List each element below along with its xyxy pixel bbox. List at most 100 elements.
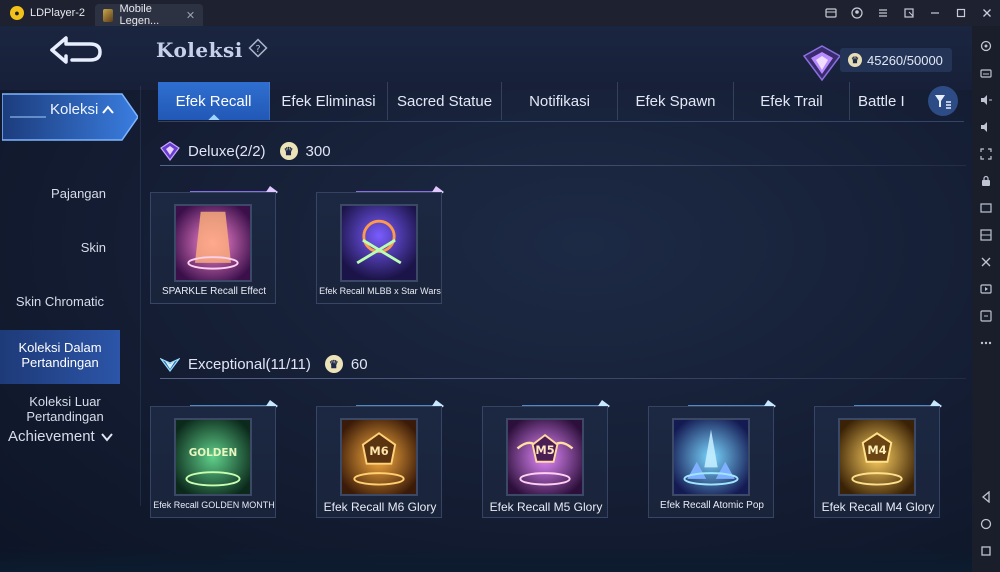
android-recents-icon[interactable] — [975, 537, 997, 564]
gamepad-icon[interactable] — [818, 0, 844, 26]
section-title: Exceptional(11/11) — [188, 355, 311, 373]
tab-efek-recall[interactable]: Efek Recall — [158, 82, 270, 120]
ldplayer-logo-icon: ● — [10, 6, 24, 20]
sync-icon[interactable] — [975, 248, 997, 275]
svg-text:M6: M6 — [369, 444, 388, 458]
section-title: Deluxe(2/2) — [188, 142, 266, 160]
sidebar-item-label: Koleksi — [50, 101, 99, 118]
game-icon — [103, 8, 114, 22]
maximize-icon[interactable] — [948, 0, 974, 26]
currency-display: ♛ 45260/50000 — [800, 42, 952, 82]
coin-icon: ♛ — [324, 355, 343, 373]
tab-close-icon[interactable]: ✕ — [186, 9, 195, 22]
window-controls — [818, 0, 1000, 26]
pin-icon[interactable] — [896, 0, 922, 26]
card-label: SPARKLE Recall Effect — [161, 286, 267, 297]
app-tab[interactable]: ● LDPlayer-2 — [0, 0, 95, 26]
section-points: 60 — [350, 355, 368, 373]
sidebar-item-koleksi[interactable]: Koleksi — [50, 101, 115, 118]
screenshot-icon[interactable] — [975, 140, 997, 167]
record-icon[interactable] — [975, 275, 997, 302]
sidebar: Koleksi Pajangan Skin Skin Chromatic Kol… — [0, 84, 140, 524]
title-bar: ● LDPlayer-2 Mobile Legen... ✕ — [0, 0, 1000, 27]
chevron-down-icon — [100, 432, 113, 442]
purple-gem-icon — [160, 141, 180, 161]
star-wars-recall-thumbnail — [340, 204, 418, 282]
app-name: LDPlayer-2 — [30, 7, 86, 19]
tab-efek-trail[interactable]: Efek Trail — [734, 82, 850, 120]
game-tab[interactable]: Mobile Legen... ✕ — [95, 3, 204, 27]
multi-instance-icon[interactable] — [975, 221, 997, 248]
user-icon[interactable] — [844, 0, 870, 26]
sidebar-item-koleksi-luar[interactable]: Koleksi Luar Pertandingan — [0, 394, 130, 424]
sparkle-recall-thumbnail — [174, 204, 252, 282]
bottom-glow — [0, 546, 972, 572]
blue-gem-icon — [160, 357, 180, 372]
tab-sacred-statue[interactable]: Sacred Statue — [388, 82, 502, 120]
card-label: Efek Recall Atomic Pop — [660, 500, 764, 511]
game-screen: Koleksi ? ♛ 45260/50000 Koleksi Pajangan… — [0, 26, 972, 572]
section-points: 300 — [305, 142, 331, 160]
coin-icon: ♛ — [848, 53, 862, 67]
help-icon[interactable]: ? — [248, 38, 268, 58]
category-tabs: Efek Recall Efek Eliminasi Sacred Statue… — [158, 82, 930, 120]
menu-icon[interactable] — [870, 0, 896, 26]
sidebar-item-skin[interactable]: Skin — [0, 240, 120, 255]
apk-install-icon[interactable] — [975, 194, 997, 221]
collection-card[interactable]: M5 Efek Recall M5 Glory — [482, 398, 610, 520]
collection-card[interactable]: Efek Recall MLBB x Star Wars — [316, 184, 444, 306]
sidebar-divider — [140, 86, 141, 506]
minimize-icon[interactable] — [922, 0, 948, 26]
lock-icon[interactable] — [975, 167, 997, 194]
android-back-icon[interactable] — [975, 483, 997, 510]
volume-up-icon[interactable] — [975, 86, 997, 113]
filter-icon — [935, 95, 951, 109]
sidebar-item-pajangan[interactable]: Pajangan — [0, 186, 120, 201]
keyboard-icon[interactable] — [975, 59, 997, 86]
volume-down-icon[interactable] — [975, 113, 997, 140]
android-home-icon[interactable] — [975, 510, 997, 537]
card-label: Efek Recall M5 Glory — [489, 500, 603, 514]
settings-icon[interactable] — [975, 32, 997, 59]
chevron-up-icon — [102, 104, 115, 114]
tab-battle[interactable]: Battle I — [850, 82, 908, 120]
rank-emblem-icon — [802, 45, 842, 82]
m6-glory-thumbnail: M6 — [340, 418, 418, 496]
collection-card[interactable]: SPARKLE Recall Effect — [150, 184, 278, 306]
section-divider — [160, 165, 966, 166]
currency-box: ♛ 45260/50000 — [840, 48, 952, 72]
shared-folder-icon[interactable] — [975, 302, 997, 329]
tab-notifikasi[interactable]: Notifikasi — [502, 82, 618, 120]
coin-icon: ♛ — [279, 142, 298, 160]
golden-month-thumbnail: GOLDEN — [174, 418, 252, 496]
sidebar-item-skin-chromatic[interactable]: Skin Chromatic — [0, 294, 120, 309]
svg-text:M4: M4 — [867, 443, 886, 457]
game-tab-label: Mobile Legen... — [119, 3, 160, 27]
svg-text:?: ? — [255, 44, 260, 55]
collection-card[interactable]: Efek Recall Atomic Pop — [648, 398, 776, 520]
collection-card[interactable]: GOLDEN Efek Recall GOLDEN MONTH — [150, 398, 278, 520]
card-label: Efek Recall M4 Glory — [821, 500, 935, 514]
more-icon[interactable] — [975, 329, 997, 356]
sidebar-item-achievement[interactable]: Achievement — [8, 428, 113, 445]
m4-glory-thumbnail: M4 — [838, 418, 916, 496]
achievement-label: Achievement — [8, 428, 95, 445]
collection-card[interactable]: M6 Efek Recall M6 Glory — [316, 398, 444, 520]
card-label: Efek Recall M6 Glory — [323, 500, 437, 514]
sidebar-item-koleksi-dalam[interactable]: Koleksi Dalam Pertandingan — [0, 330, 120, 384]
collection-card[interactable]: M4 Efek Recall M4 Glory — [814, 398, 942, 520]
section-header-deluxe: Deluxe(2/2) ♛ 300 — [160, 139, 960, 163]
atomic-pop-thumbnail — [672, 418, 750, 496]
section-divider — [160, 378, 966, 379]
back-button[interactable] — [38, 32, 110, 68]
svg-text:M5: M5 — [535, 443, 554, 457]
card-label: Efek Recall MLBB x Star Wars — [319, 286, 441, 296]
card-label: Efek Recall GOLDEN MONTH — [153, 500, 275, 510]
tab-efek-spawn[interactable]: Efek Spawn — [618, 82, 734, 120]
tab-efek-eliminasi[interactable]: Efek Eliminasi — [270, 82, 388, 120]
filter-button[interactable] — [928, 86, 958, 116]
emulator-window: ● LDPlayer-2 Mobile Legen... ✕ Koleksi ?… — [0, 0, 1000, 572]
close-icon[interactable] — [974, 0, 1000, 26]
svg-text:GOLDEN: GOLDEN — [189, 447, 238, 459]
currency-value: 45260/50000 — [867, 52, 943, 68]
